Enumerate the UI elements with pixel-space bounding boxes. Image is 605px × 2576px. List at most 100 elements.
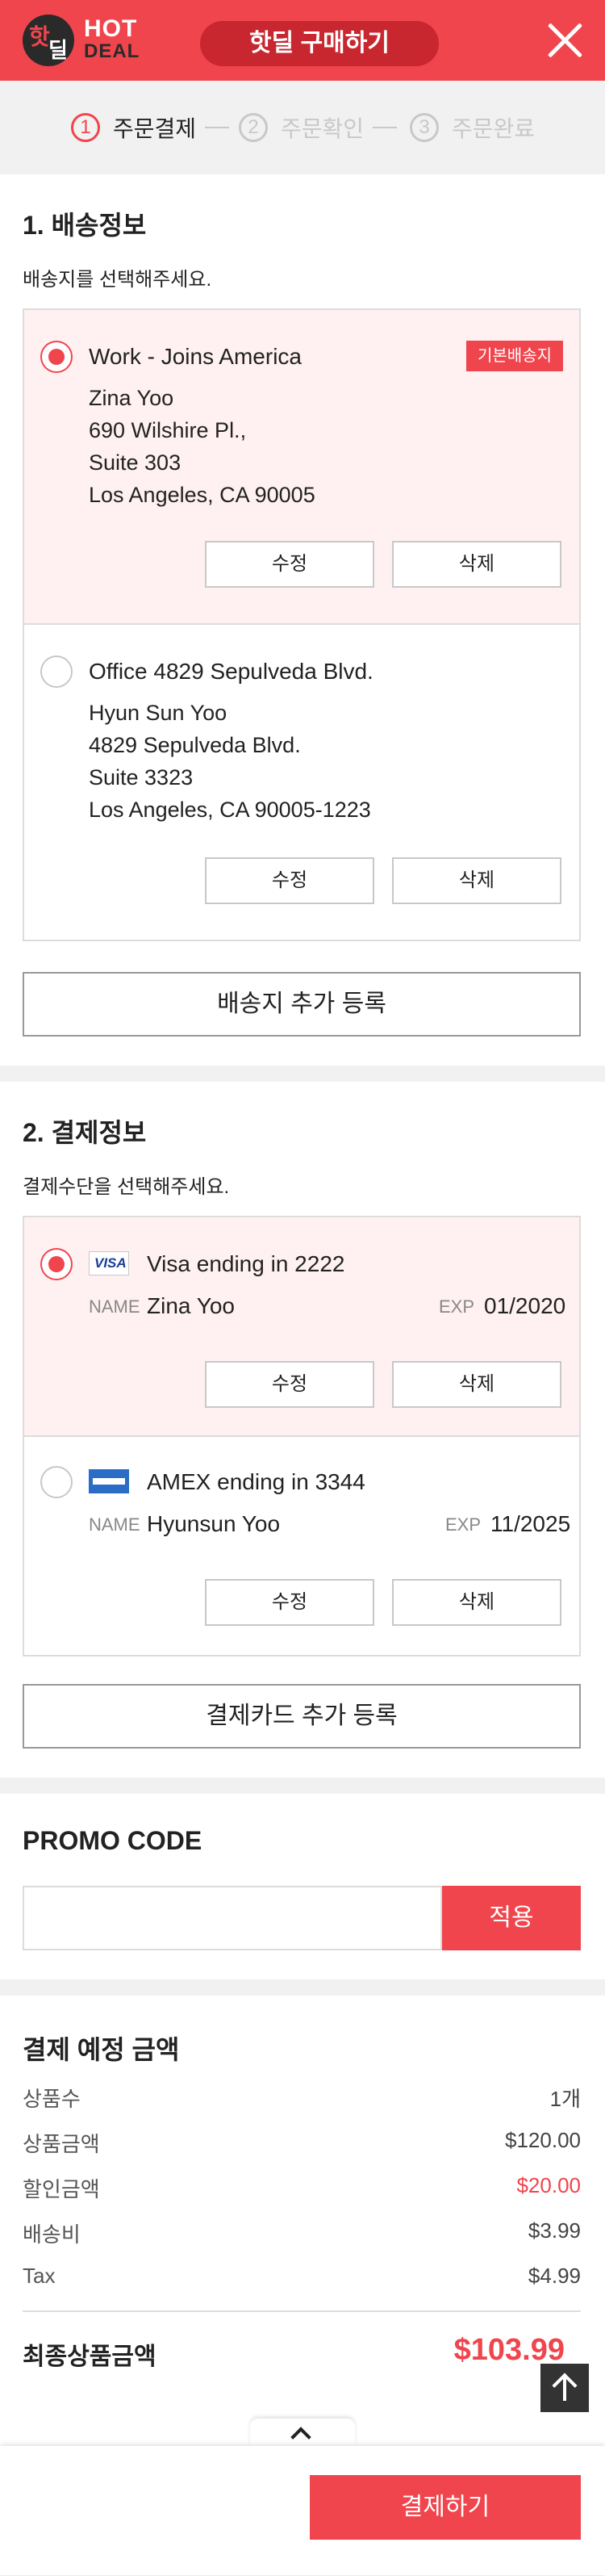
summary-label: 상품수 (23, 2087, 81, 2111)
close-icon[interactable] (542, 18, 587, 63)
card-title: Visa ending in 2222 (147, 1251, 345, 1276)
summary-label: 할인금액 (23, 2177, 100, 2201)
summary-row-price: 상품금액 $120.00 (23, 2128, 581, 2160)
summary-value: $20.00 (516, 2173, 581, 2197)
address-radio-selected[interactable] (40, 341, 73, 373)
summary-row-discount: 할인금액 $20.00 (23, 2173, 581, 2205)
summary-divider (23, 2310, 581, 2312)
chevron-up-icon (290, 2427, 311, 2448)
summary-value: $3.99 (528, 2218, 581, 2243)
page-title: 핫딜 구매하기 (200, 21, 439, 66)
edit-address-button[interactable]: 수정 (205, 541, 374, 588)
step-divider (373, 127, 397, 128)
cardholder-name: Hyunsun Yoo (147, 1511, 281, 1536)
cardholder-name: Zina Yoo (147, 1293, 235, 1318)
scroll-top-icon[interactable] (540, 2364, 589, 2412)
summary-row-shipping: 배송비 $3.99 (23, 2218, 581, 2251)
promo-title: PROMO CODE (23, 1826, 202, 1855)
summary-label: Tax (23, 2264, 56, 2288)
logo-icon: 핫 딜 (23, 15, 74, 66)
address-list: Work - Joins America 기본배송지 Zina Yoo 690 … (23, 308, 581, 941)
final-total-value: $103.99 (453, 2333, 565, 2367)
card-expiry: 01/2020 (484, 1293, 566, 1318)
payment-title: 2. 결제정보 (23, 1118, 147, 1147)
bottom-bar: 결제하기 (0, 2446, 605, 2575)
step-3: 3 주문완료 (410, 111, 535, 144)
default-address-badge: 기본배송지 (466, 341, 563, 371)
step-divider (205, 127, 229, 128)
logo-text: HOT DEAL (84, 15, 140, 63)
summary-row-tax: Tax $4.99 (23, 2264, 581, 2296)
name-label: NAME (89, 1514, 140, 1535)
summary-label: 상품금액 (23, 2132, 100, 2156)
payment-radio[interactable] (40, 1466, 73, 1498)
summary-value: $120.00 (505, 2128, 581, 2152)
app-header: 핫 딜 HOT DEAL 핫딜 구매하기 (0, 0, 605, 81)
shipping-title: 1. 배송정보 (23, 211, 147, 240)
logo-icon-char-top: 핫 (29, 24, 50, 49)
exp-label: EXP (445, 1514, 482, 1535)
step-3-number: 3 (410, 113, 439, 142)
payment-card-amex[interactable]: AMEX ending in 3344 NAME Hyunsun Yoo EXP… (24, 1437, 579, 1655)
payment-card-visa[interactable]: VISA Visa ending in 2222 NAME Zina Yoo E… (24, 1217, 579, 1435)
shipping-section: 1. 배송정보 배송지를 선택해주세요. Work - Joins Americ… (0, 174, 605, 1066)
address-card-office[interactable]: Office 4829 Sepulveda Blvd. Hyun Sun Yoo… (24, 625, 579, 940)
delete-address-button[interactable]: 삭제 (392, 541, 561, 588)
step-1-label: 주문결제 (113, 116, 197, 141)
summary-row-quantity: 상품수 1개 (23, 2083, 581, 2115)
payment-subtitle: 결제수단을 선택해주세요. (23, 1176, 230, 1198)
card-expiry: 11/2025 (490, 1511, 571, 1536)
amex-logo-band (93, 1478, 125, 1485)
address-line: Suite 3323 (89, 765, 194, 790)
step-2-label: 주문확인 (281, 116, 365, 141)
address-name: Work - Joins America (89, 344, 302, 369)
edit-address-button[interactable]: 수정 (205, 857, 374, 904)
address-name: Office 4829 Sepulveda Blvd. (89, 659, 373, 684)
visa-logo-text: VISA (94, 1255, 127, 1271)
logo-text-deal: DEAL (84, 40, 140, 62)
pay-button[interactable]: 결제하기 (310, 2475, 581, 2540)
shipping-subtitle: 배송지를 선택해주세요. (23, 269, 212, 291)
address-radio[interactable] (40, 656, 73, 688)
summary-value: 1개 (549, 2087, 581, 2111)
delete-card-button[interactable]: 삭제 (392, 1579, 561, 1626)
promo-section: PROMO CODE 적용 (0, 1794, 605, 1979)
promo-apply-button[interactable]: 적용 (442, 1886, 581, 1950)
amex-card-icon (89, 1469, 129, 1493)
logo-text-hot: HOT (84, 15, 138, 42)
address-line: Suite 303 (89, 450, 182, 475)
add-address-button[interactable]: 배송지 추가 등록 (23, 972, 581, 1037)
logo-icon-char-bottom: 딜 (48, 38, 68, 62)
name-label: NAME (89, 1296, 140, 1317)
edit-card-button[interactable]: 수정 (205, 1361, 374, 1408)
step-1-number: 1 (71, 113, 100, 142)
summary-label: 배송비 (23, 2222, 81, 2247)
address-line: Los Angeles, CA 90005-1223 (89, 798, 371, 822)
add-card-button[interactable]: 결제카드 추가 등록 (23, 1684, 581, 1749)
bottom-sheet-handle[interactable] (250, 2419, 355, 2448)
hot-deal-logo[interactable]: 핫 딜 HOT DEAL (23, 15, 144, 66)
step-1: 1 주문결제 (71, 111, 196, 144)
final-total-label: 최종상품금액 (23, 2344, 156, 2370)
promo-code-input[interactable] (23, 1886, 442, 1950)
address-line: 4829 Sepulveda Blvd. (89, 733, 301, 757)
step-2: 2 주문확인 (239, 111, 364, 144)
delete-address-button[interactable]: 삭제 (392, 857, 561, 904)
order-steps: 1 주문결제 2 주문확인 3 주문완료 (0, 81, 605, 174)
payment-card-list: VISA Visa ending in 2222 NAME Zina Yoo E… (23, 1216, 581, 1657)
payment-radio-selected[interactable] (40, 1248, 73, 1280)
address-line: 690 Wilshire Pl., (89, 418, 247, 442)
edit-card-button[interactable]: 수정 (205, 1579, 374, 1626)
address-card-work[interactable]: Work - Joins America 기본배송지 Zina Yoo 690 … (24, 310, 579, 623)
address-line: Los Angeles, CA 90005 (89, 483, 315, 507)
exp-label: EXP (439, 1296, 475, 1317)
summary-value: $4.99 (528, 2264, 581, 2288)
step-2-number: 2 (239, 113, 268, 142)
summary-section: 결제 예정 금액 상품수 1개 상품금액 $120.00 할인금액 $20.00… (0, 1996, 605, 2448)
step-3-label: 주문완료 (452, 116, 536, 141)
payment-section: 2. 결제정보 결제수단을 선택해주세요. VISA Visa ending i… (0, 1082, 605, 1778)
summary-title: 결제 예정 금액 (23, 2035, 180, 2064)
visa-card-icon: VISA (89, 1251, 129, 1275)
delete-card-button[interactable]: 삭제 (392, 1361, 561, 1408)
address-line: Zina Yoo (89, 386, 174, 410)
